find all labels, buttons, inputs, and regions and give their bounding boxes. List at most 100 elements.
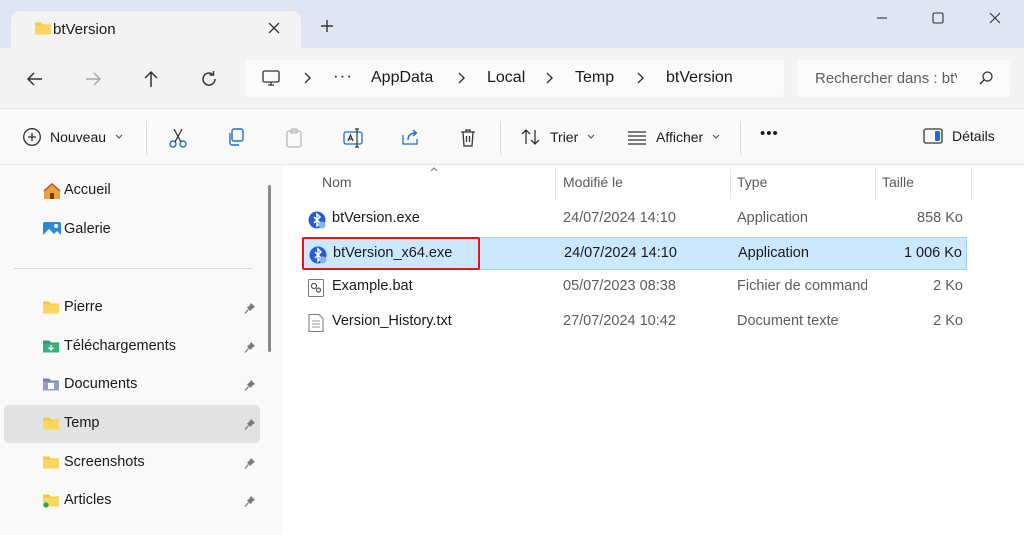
- file-name: Example.bat: [332, 278, 413, 294]
- view-button[interactable]: Afficher: [626, 127, 721, 147]
- up-arrow-icon[interactable]: [140, 68, 162, 90]
- file-row[interactable]: Example.bat 05/07/2023 08:38 Fichier de …: [303, 271, 967, 304]
- search-icon[interactable]: [978, 70, 994, 86]
- toolbar-divider: [500, 121, 501, 155]
- sidebar-item-temp[interactable]: Temp: [4, 405, 260, 443]
- file-modified: 24/07/2024 14:10: [563, 210, 676, 226]
- sidebar-item-accueil[interactable]: Accueil: [4, 172, 260, 210]
- sidebar-item-label: Documents: [64, 376, 138, 392]
- sidebar-item-label: Accueil: [64, 182, 111, 198]
- pin-icon[interactable]: [244, 495, 256, 508]
- chevron-down-icon: [711, 133, 721, 141]
- folder-icon: [42, 455, 60, 470]
- pin-icon[interactable]: [244, 457, 256, 470]
- file-size: 858 Ko: [917, 210, 963, 226]
- breadcrumb-local[interactable]: Local: [487, 69, 525, 87]
- gallery-icon: [42, 221, 62, 239]
- delete-button[interactable]: [458, 127, 478, 149]
- sidebar-item-label: Temp: [64, 415, 100, 431]
- share-button[interactable]: [400, 127, 422, 147]
- more-icon: •••: [760, 125, 779, 142]
- chevron-right-icon[interactable]: [545, 71, 555, 85]
- sidebar-item-documents[interactable]: Documents: [4, 366, 260, 404]
- sort-button[interactable]: Trier: [520, 127, 596, 147]
- chevron-right-icon[interactable]: [636, 71, 646, 85]
- chevron-right-icon[interactable]: [303, 71, 313, 85]
- plus-icon[interactable]: [319, 18, 335, 34]
- column-header-name[interactable]: Nom: [322, 174, 352, 190]
- column-header-type[interactable]: Type: [737, 174, 767, 190]
- sidebar-item-galerie[interactable]: Galerie: [4, 211, 260, 249]
- home-icon: [42, 182, 62, 200]
- column-header-size[interactable]: Taille: [882, 174, 914, 190]
- tab-btversion[interactable]: btVersion: [11, 11, 301, 48]
- view-list-icon: [626, 127, 648, 147]
- more-options-button[interactable]: •••: [760, 125, 779, 142]
- delete-icon: [458, 127, 478, 149]
- file-size: 1 006 Ko: [903, 245, 962, 261]
- chevron-down-icon: [114, 133, 124, 141]
- breadcrumb-overflow[interactable]: ···: [333, 66, 353, 86]
- new-button[interactable]: Nouveau: [22, 127, 124, 147]
- cut-button[interactable]: [168, 127, 188, 149]
- rename-button[interactable]: [342, 127, 364, 149]
- details-pane-button[interactable]: Détails: [922, 127, 995, 145]
- cut-icon: [168, 127, 188, 149]
- minimize-icon[interactable]: [872, 10, 892, 26]
- file-modified: 05/07/2023 08:38: [563, 278, 676, 294]
- chevron-right-icon[interactable]: [457, 71, 467, 85]
- sidebar-item-screenshots[interactable]: Screenshots: [4, 444, 260, 482]
- sidebar-scrollbar[interactable]: [268, 185, 271, 352]
- bluetooth-app-icon: [307, 210, 327, 230]
- column-divider[interactable]: [730, 169, 731, 199]
- sidebar-item-label: Articles: [64, 492, 112, 508]
- breadcrumb-btversion[interactable]: btVersion: [666, 69, 733, 87]
- breadcrumb-temp[interactable]: Temp: [575, 69, 614, 87]
- share-icon: [400, 127, 422, 147]
- column-divider[interactable]: [555, 169, 556, 199]
- back-arrow-icon[interactable]: [24, 68, 46, 90]
- sort-icon: [520, 127, 542, 147]
- file-row[interactable]: Version_History.txt 27/07/2024 10:42 Doc…: [303, 306, 967, 339]
- column-divider[interactable]: [971, 169, 972, 199]
- pin-icon[interactable]: [244, 379, 256, 392]
- pin-icon[interactable]: [244, 302, 256, 315]
- file-row[interactable]: btVersion.exe 24/07/2024 14:10 Applicati…: [303, 203, 967, 236]
- file-size: 2 Ko: [933, 313, 963, 329]
- pin-icon[interactable]: [244, 418, 256, 431]
- new-button-label: Nouveau: [50, 129, 107, 145]
- folder-icon: [42, 493, 60, 508]
- maximize-icon[interactable]: [928, 10, 948, 26]
- column-divider[interactable]: [875, 169, 876, 199]
- navigation-bar: ··· AppData Local Temp btVersion Recherc…: [0, 48, 1024, 108]
- navigation-pane: Accueil Galerie Pierre Téléchargements D…: [0, 165, 283, 535]
- breadcrumb-appdata[interactable]: AppData: [371, 69, 433, 87]
- file-type: Fichier de commandes Windows: [737, 278, 867, 294]
- sidebar-item-label: Pierre: [64, 299, 103, 315]
- pin-icon[interactable]: [244, 341, 256, 354]
- copy-icon: [226, 127, 246, 147]
- tab-title: btVersion: [53, 21, 116, 38]
- file-modified: 27/07/2024 10:42: [563, 313, 676, 329]
- this-pc-icon[interactable]: [261, 69, 281, 87]
- forward-arrow-icon[interactable]: [82, 68, 104, 90]
- sidebar-item-articles[interactable]: Articles: [4, 482, 260, 520]
- title-bar: btVersion: [0, 0, 1024, 48]
- close-icon[interactable]: [985, 10, 1005, 26]
- sidebar-item-telechargements[interactable]: Téléchargements: [4, 328, 260, 366]
- command-bar: Nouveau Trier Afficher ••• Détails: [0, 108, 1024, 165]
- folder-icon: [42, 416, 60, 431]
- file-type: Application: [737, 210, 808, 226]
- view-button-label: Afficher: [656, 129, 704, 145]
- copy-button[interactable]: [226, 127, 246, 147]
- refresh-icon[interactable]: [198, 68, 220, 90]
- search-input[interactable]: Rechercher dans : btVersion: [797, 60, 1010, 97]
- paste-button[interactable]: [284, 127, 304, 149]
- chevron-down-icon: [586, 133, 596, 141]
- sidebar-item-label: Screenshots: [64, 454, 145, 470]
- sidebar-item-pierre[interactable]: Pierre: [4, 289, 260, 327]
- address-bar[interactable]: ··· AppData Local Temp btVersion: [245, 60, 784, 97]
- column-header-modified[interactable]: Modifié le: [563, 174, 623, 190]
- toolbar-divider: [740, 121, 741, 155]
- close-tab-icon[interactable]: [267, 21, 281, 35]
